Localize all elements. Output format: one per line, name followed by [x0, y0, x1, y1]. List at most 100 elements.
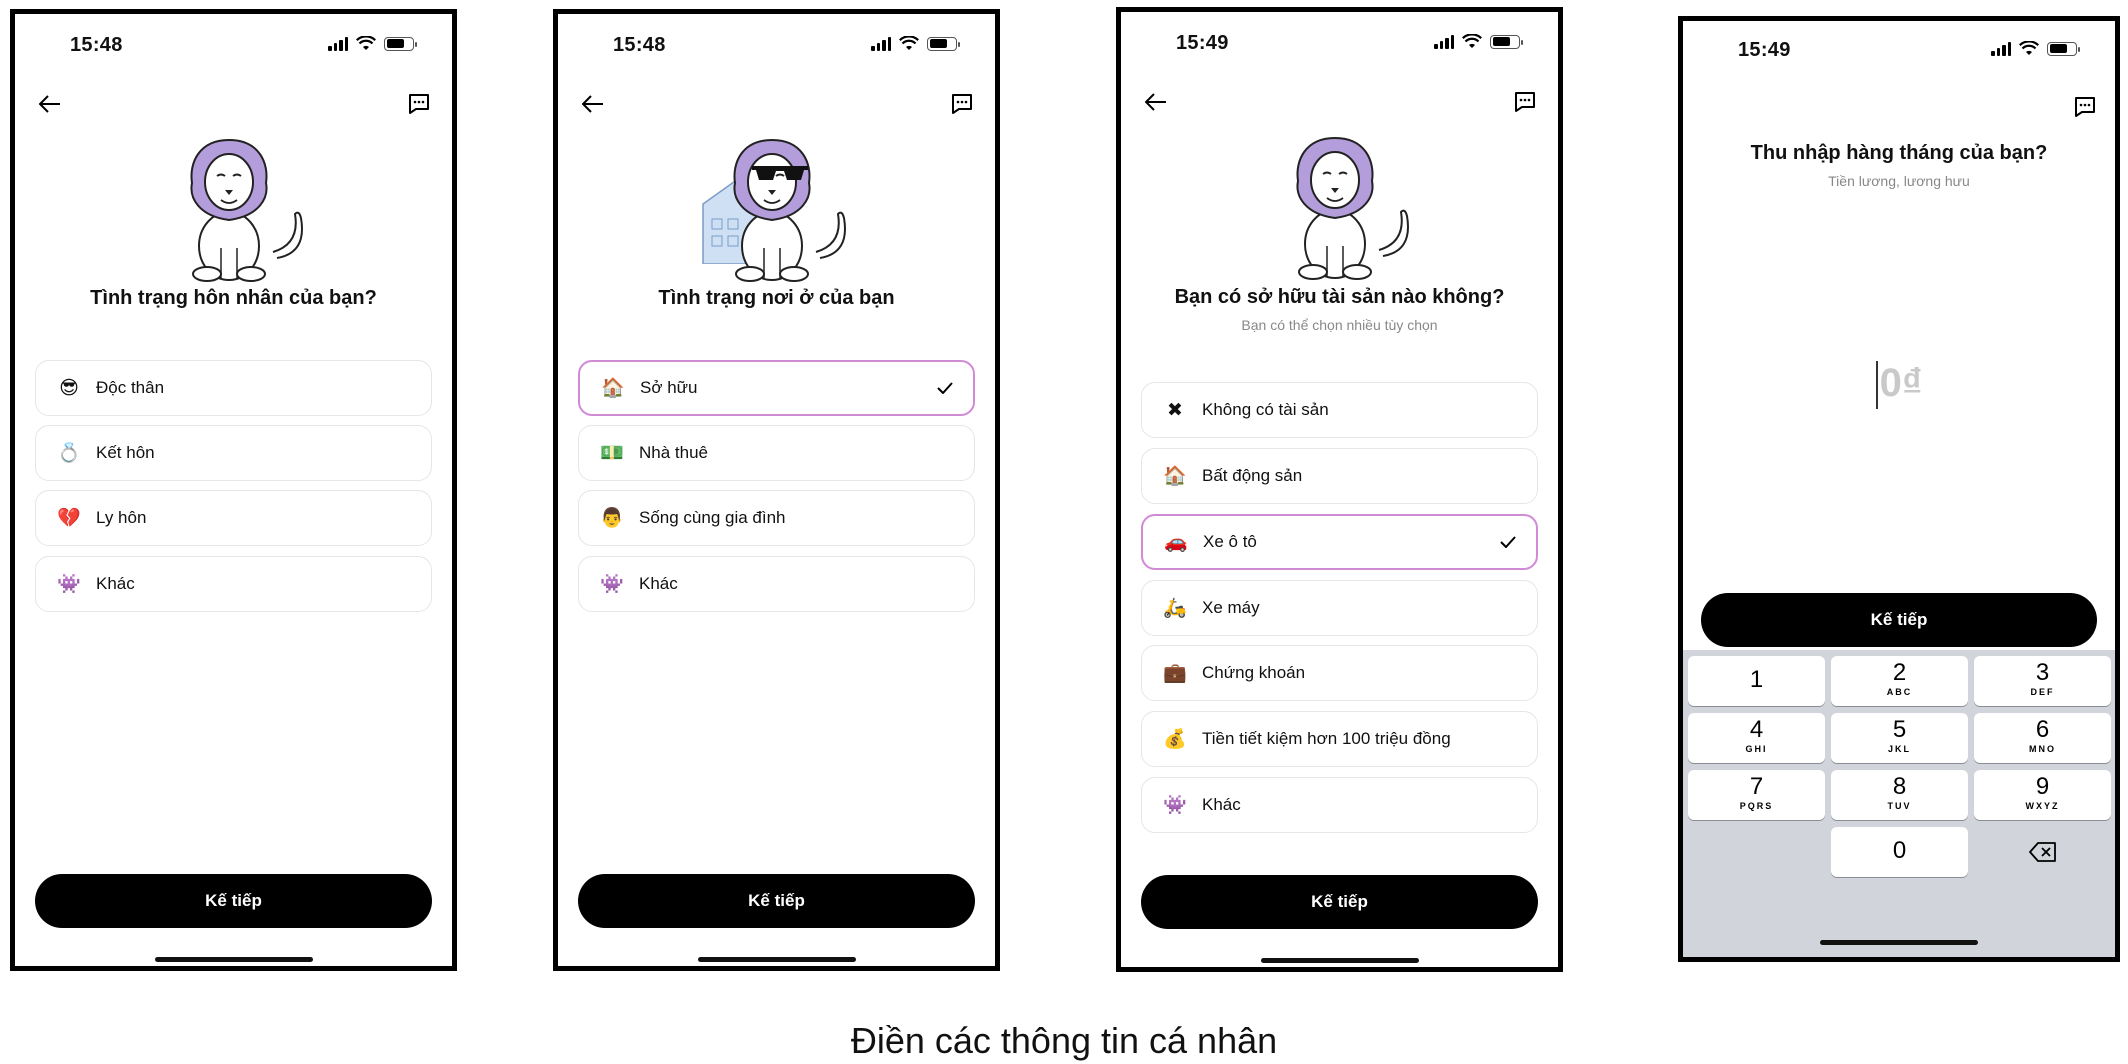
- next-button[interactable]: Kế tiếp: [578, 874, 975, 928]
- cellular-signal-icon: [1434, 34, 1454, 49]
- chat-icon: [2075, 97, 2095, 117]
- chat-icon: [409, 94, 429, 114]
- option-car[interactable]: 🚗 Xe ô tô: [1141, 514, 1538, 570]
- question-subtitle: Tiền lương, lương hưu: [1828, 173, 1970, 189]
- home-indicator[interactable]: [697, 957, 856, 962]
- home-indicator[interactable]: [1820, 940, 1978, 945]
- question-subtitle: Bạn có thể chọn nhiều tùy chọn: [1241, 317, 1438, 333]
- home-indicator[interactable]: [1260, 958, 1419, 963]
- option-label: Bất động sản: [1202, 466, 1303, 485]
- option-label: Tiền tiết kiệm hơn 100 triệu đồng: [1202, 729, 1451, 748]
- option-securities[interactable]: 💼 Chứng khoán: [1141, 645, 1538, 701]
- broken-heart-emoji-icon: 💔: [57, 508, 81, 529]
- house-emoji-icon: 🏠: [1163, 466, 1187, 487]
- key-1[interactable]: 1: [1688, 656, 1825, 706]
- option-label: Xe máy: [1202, 598, 1260, 617]
- next-button[interactable]: Kế tiếp: [35, 874, 432, 928]
- option-label: Sống cùng gia đình: [639, 508, 786, 527]
- chat-icon: [1515, 92, 1535, 112]
- cross-mark-icon: ✖: [1167, 399, 1183, 421]
- back-button[interactable]: [575, 86, 611, 122]
- phone-screen-marital: 15:48 Tình trạng hôn nhân của bạn? 😎 Độc…: [10, 9, 457, 971]
- cellular-signal-icon: [328, 36, 348, 51]
- chat-button[interactable]: [401, 86, 437, 122]
- option-label: Khác: [1202, 795, 1241, 814]
- status-bar: 15:48: [15, 14, 452, 74]
- money-emoji-icon: 💵: [600, 443, 624, 464]
- money-bag-emoji-icon: 💰: [1163, 729, 1187, 750]
- car-emoji-icon: 🚗: [1164, 532, 1188, 553]
- chat-button[interactable]: [944, 86, 980, 122]
- ring-emoji-icon: 💍: [57, 443, 81, 464]
- option-label: Chứng khoán: [1202, 663, 1306, 682]
- text-caret: [1875, 361, 1878, 410]
- sunglasses-icon: [752, 166, 808, 180]
- option-real-estate[interactable]: 🏠 Bất động sản: [1141, 448, 1538, 504]
- scooter-emoji-icon: 🛵: [1163, 598, 1187, 619]
- key-3[interactable]: 3 DEF: [1974, 656, 2111, 706]
- option-no-assets[interactable]: ✖ Không có tài sản: [1141, 382, 1538, 438]
- key-4[interactable]: 4 GHI: [1688, 713, 1825, 763]
- man-emoji-icon: 👨: [600, 508, 624, 529]
- checkmark-icon: [1500, 536, 1516, 548]
- key-9[interactable]: 9 WXYZ: [1974, 770, 2111, 820]
- alien-monster-emoji-icon: 👾: [1163, 795, 1187, 816]
- status-bar: 15:49: [1683, 21, 2115, 81]
- phone-screen-income: 15:49 Thu nhập hàng tháng của bạn? Tiền …: [1678, 16, 2120, 962]
- battery-icon: [1490, 34, 1523, 49]
- back-arrow-icon: [1145, 93, 1166, 111]
- option-owned[interactable]: 🏠 Sở hữu: [578, 360, 975, 416]
- wifi-icon: [899, 36, 919, 50]
- option-label: Không có tài sản: [1202, 400, 1329, 419]
- back-button[interactable]: [1138, 84, 1174, 120]
- question-title: Bạn có sở hữu tài sản nào không?: [1174, 286, 1505, 308]
- chat-button[interactable]: [1507, 84, 1543, 120]
- key-8[interactable]: 8 TUV: [1831, 770, 1968, 820]
- option-label: Khác: [96, 574, 135, 593]
- alien-monster-emoji-icon: 👾: [600, 574, 624, 595]
- wifi-icon: [2019, 41, 2039, 55]
- house-emoji-icon: 🏠: [601, 378, 625, 399]
- option-divorced[interactable]: 💔 Ly hôn: [35, 490, 432, 546]
- back-button[interactable]: [32, 86, 68, 122]
- amount-input[interactable]: 0₫: [1683, 361, 2115, 410]
- phone-screen-assets: 15:49 Bạn có sở hữu tài sản nào không? B…: [1116, 7, 1563, 972]
- status-icons: [1991, 41, 2080, 56]
- back-arrow-icon: [582, 95, 603, 113]
- battery-icon: [384, 36, 417, 51]
- key-2[interactable]: 2 ABC: [1831, 656, 1968, 706]
- key-6[interactable]: 6 MNO: [1974, 713, 2111, 763]
- status-time: 15:49: [1738, 39, 1791, 61]
- chat-button[interactable]: [2067, 89, 2103, 125]
- option-single[interactable]: 😎 Độc thân: [35, 360, 432, 416]
- status-time: 15:48: [70, 34, 123, 56]
- next-button[interactable]: Kế tiếp: [1701, 593, 2097, 647]
- backspace-icon: [2028, 842, 2056, 862]
- key-7[interactable]: 7 PQRS: [1688, 770, 1825, 820]
- option-rented[interactable]: 💵 Nhà thuê: [578, 425, 975, 481]
- option-other[interactable]: 👾 Khác: [1141, 777, 1538, 833]
- key-5[interactable]: 5 JKL: [1831, 713, 1968, 763]
- back-arrow-icon: [39, 95, 60, 113]
- status-icons: [1434, 34, 1523, 49]
- option-with-family[interactable]: 👨 Sống cùng gia đình: [578, 490, 975, 546]
- option-married[interactable]: 💍 Kết hôn: [35, 425, 432, 481]
- option-other[interactable]: 👾 Khác: [35, 556, 432, 612]
- status-bar: 15:49: [1121, 12, 1558, 72]
- page-caption: Điền các thông tin cá nhân: [850, 1020, 1278, 1061]
- option-savings[interactable]: 💰 Tiền tiết kiệm hơn 100 triệu đồng: [1141, 711, 1538, 767]
- delete-key[interactable]: [1974, 827, 2111, 877]
- battery-icon: [2047, 41, 2080, 56]
- key-0[interactable]: 0: [1831, 827, 1968, 877]
- home-indicator[interactable]: [154, 957, 313, 962]
- wifi-icon: [356, 36, 376, 50]
- question-title: Thu nhập hàng tháng của bạn?: [1750, 142, 2048, 164]
- option-other[interactable]: 👾 Khác: [578, 556, 975, 612]
- option-motorbike[interactable]: 🛵 Xe máy: [1141, 580, 1538, 636]
- next-button[interactable]: Kế tiếp: [1141, 875, 1538, 929]
- wifi-icon: [1462, 34, 1482, 48]
- option-label: Độc thân: [96, 378, 165, 397]
- chat-icon: [952, 94, 972, 114]
- lion-mascot-icon: [1265, 136, 1415, 282]
- status-icons: [328, 36, 417, 51]
